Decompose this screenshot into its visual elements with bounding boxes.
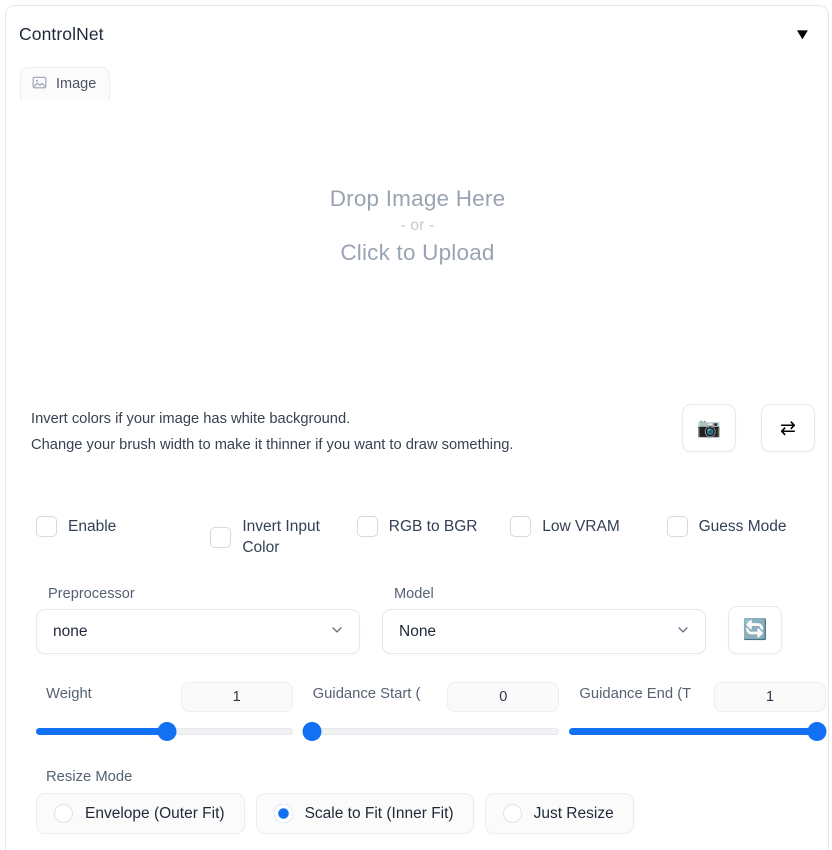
radio-dot-envelope-outer-fit[interactable] bbox=[54, 804, 73, 823]
weight-slider-head: Weight 1 bbox=[36, 682, 293, 714]
image-icon bbox=[32, 75, 47, 94]
model-label: Model bbox=[394, 586, 434, 602]
checkbox-low-vram[interactable]: Low VRAM bbox=[510, 506, 666, 537]
controlnet-panel-root: ControlNet ▼ Image Drop Image Here - or … bbox=[0, 0, 832, 850]
image-action-buttons: 📷 ⇄ bbox=[682, 404, 815, 452]
swap-arrows-icon: ⇄ bbox=[780, 417, 796, 439]
checkbox-box-guess-mode[interactable] bbox=[666, 516, 688, 537]
refresh-models-button[interactable]: 🔄 bbox=[728, 606, 782, 654]
image-tabstrip: Image bbox=[20, 67, 111, 100]
camera-icon: 📷 bbox=[697, 417, 721, 439]
guidance-start-slider-head: Guidance Start ( 0 bbox=[303, 682, 560, 714]
image-dropzone[interactable]: Drop Image Here - or - Click to Upload bbox=[20, 100, 815, 352]
hint-row: Invert colors if your image has white ba… bbox=[31, 404, 815, 458]
guidance-start-value: 0 bbox=[499, 689, 508, 705]
webcam-button[interactable]: 📷 bbox=[682, 404, 736, 452]
guidance-end-slider-thumb[interactable] bbox=[807, 722, 827, 741]
options-checkbox-row: Enable Invert Input Color RGB to BGR Low… bbox=[36, 506, 826, 558]
radio-just-resize[interactable]: Just Resize bbox=[484, 793, 634, 834]
guidance-end-number-input[interactable]: 1 bbox=[714, 682, 827, 712]
hint-line-1: Invert colors if your image has white ba… bbox=[31, 411, 351, 427]
preprocessor-value: none bbox=[53, 622, 88, 640]
weight-slider: Weight 1 bbox=[36, 682, 293, 741]
model-selection-row: Preprocessor none Model None 🔄 bbox=[36, 586, 826, 654]
hint-line-2: Change your brush width to make it thinn… bbox=[31, 437, 514, 453]
radio-label-envelope-outer-fit: Envelope (Outer Fit) bbox=[85, 804, 225, 822]
hint-text: Invert colors if your image has white ba… bbox=[31, 404, 514, 458]
preprocessor-label: Preprocessor bbox=[48, 586, 135, 602]
guidance-start-slider-track[interactable] bbox=[302, 722, 560, 741]
radio-label-scale-to-fit-inner-fit: Scale to Fit (Inner Fit) bbox=[304, 804, 454, 822]
weight-slider-fill bbox=[36, 728, 167, 735]
chevron-down-icon[interactable] bbox=[675, 621, 691, 642]
guidance-end-label: Guidance End (T bbox=[579, 686, 692, 702]
checkbox-label-rgb-to-bgr: RGB to BGR bbox=[388, 518, 478, 535]
checkbox-rgb-to-bgr[interactable]: RGB to BGR bbox=[356, 506, 510, 537]
dropzone-upload-text[interactable]: Click to Upload bbox=[340, 240, 494, 266]
weight-slider-track[interactable] bbox=[36, 722, 293, 741]
checkbox-invert-input-color[interactable]: Invert Input Color bbox=[210, 506, 356, 558]
guidance-end-slider-track[interactable] bbox=[569, 722, 827, 741]
checkbox-label-guess-mode: Guess Mode bbox=[698, 518, 787, 535]
guidance-start-slider: Guidance Start ( 0 bbox=[302, 682, 560, 741]
guidance-end-value: 1 bbox=[765, 689, 775, 705]
chevron-down-icon[interactable] bbox=[329, 621, 345, 642]
guidance-end-slider-head: Guidance End (T 1 bbox=[569, 682, 827, 714]
checkbox-box-enable[interactable] bbox=[36, 516, 57, 537]
guidance-start-slider-thumb[interactable] bbox=[302, 722, 322, 741]
refresh-icon: 🔄 bbox=[742, 619, 768, 641]
checkbox-box-invert-input-color[interactable] bbox=[210, 527, 232, 548]
checkbox-label-low-vram: Low VRAM bbox=[542, 518, 620, 535]
radio-scale-to-fit-inner-fit[interactable]: Scale to Fit (Inner Fit) bbox=[255, 793, 474, 834]
guidance-end-slider-fill bbox=[569, 728, 819, 735]
weight-label: Weight bbox=[46, 686, 92, 702]
checkbox-enable[interactable]: Enable bbox=[36, 506, 210, 537]
weight-number-input[interactable]: 1 bbox=[180, 682, 293, 712]
checkbox-box-rgb-to-bgr[interactable] bbox=[356, 516, 378, 537]
page-title: ControlNet bbox=[19, 23, 104, 44]
tab-image[interactable]: Image bbox=[20, 67, 111, 100]
dropzone-or-text: - or - bbox=[400, 217, 435, 234]
radio-dot-scale-to-fit-inner-fit[interactable] bbox=[273, 804, 293, 823]
controlnet-accordion: ControlNet ▼ Image Drop Image Here - or … bbox=[5, 5, 829, 850]
guidance-start-slider-rail bbox=[302, 728, 560, 735]
radio-dot-just-resize[interactable] bbox=[502, 804, 522, 823]
chevron-down-icon[interactable]: ▼ bbox=[793, 27, 812, 42]
model-field: Model None bbox=[382, 586, 706, 654]
checkbox-label-enable: Enable bbox=[68, 518, 117, 535]
guidance-start-number-input[interactable]: 0 bbox=[447, 682, 560, 712]
preprocessor-field: Preprocessor none bbox=[36, 586, 360, 654]
checkbox-box-low-vram[interactable] bbox=[510, 516, 532, 537]
model-dropdown[interactable]: None bbox=[382, 609, 706, 654]
weight-slider-thumb[interactable] bbox=[157, 722, 177, 741]
dropzone-primary-text: Drop Image Here bbox=[329, 186, 506, 211]
guidance-end-slider: Guidance End (T 1 bbox=[569, 682, 827, 741]
radio-label-just-resize: Just Resize bbox=[533, 804, 614, 822]
radio-envelope-outer-fit[interactable]: Envelope (Outer Fit) bbox=[36, 793, 245, 834]
resize-mode-options: Envelope (Outer Fit) Scale to Fit (Inner… bbox=[36, 793, 826, 834]
model-value: None bbox=[399, 622, 437, 640]
tab-image-label: Image bbox=[56, 76, 97, 92]
slider-row: Weight 1 Guidance Start ( 0 Guidance End… bbox=[36, 682, 827, 741]
checkbox-guess-mode[interactable]: Guess Mode bbox=[666, 506, 826, 537]
weight-value: 1 bbox=[232, 689, 241, 705]
resize-mode-group: Resize Mode Envelope (Outer Fit) Scale t… bbox=[36, 769, 826, 834]
guidance-start-label: Guidance Start ( bbox=[312, 686, 421, 702]
preprocessor-dropdown[interactable]: none bbox=[36, 609, 360, 654]
resize-mode-label: Resize Mode bbox=[46, 769, 133, 785]
checkbox-label-invert-input-color: Invert Input Color bbox=[242, 518, 320, 556]
accordion-header[interactable]: ControlNet ▼ bbox=[6, 6, 828, 62]
swap-button[interactable]: ⇄ bbox=[761, 404, 815, 452]
